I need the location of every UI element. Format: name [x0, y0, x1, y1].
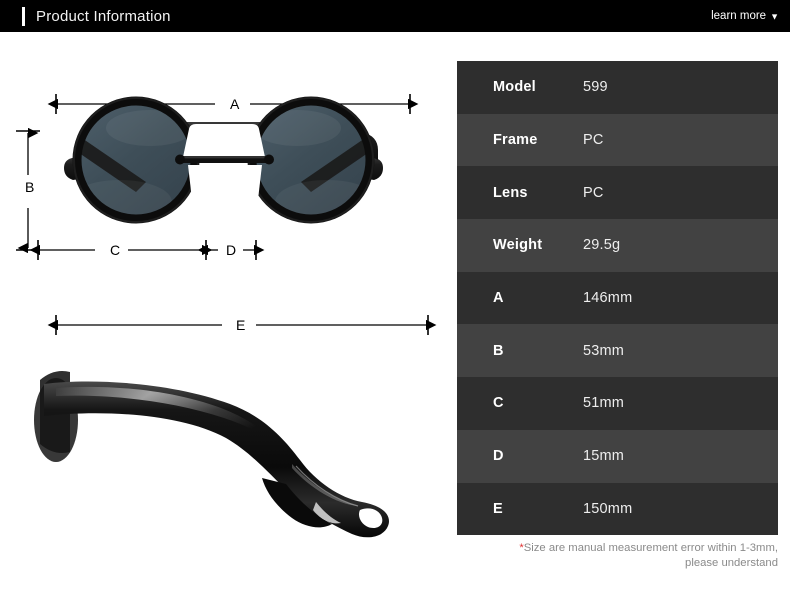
- table-row: Weight 29.5g: [457, 219, 778, 272]
- spec-key: Weight: [493, 237, 543, 254]
- learn-more-label: learn more: [711, 10, 767, 22]
- spec-value: 29.5g: [583, 237, 621, 254]
- spec-key: Frame: [493, 132, 538, 149]
- product-diagram: A B C D E: [0, 32, 455, 599]
- spec-value: 15mm: [583, 448, 625, 465]
- dimension-label-B: B: [20, 180, 40, 194]
- spec-key: Lens: [493, 184, 528, 201]
- table-row: C 51mm: [457, 377, 778, 430]
- dimension-label-A: A: [225, 97, 245, 111]
- table-row: E 150mm: [457, 482, 778, 536]
- spec-key: D: [493, 448, 504, 465]
- disclaimer-line-1: Size are manual measurement error within…: [523, 542, 778, 554]
- table-row: Frame PC: [457, 113, 778, 167]
- header-accent-bar: [22, 6, 25, 26]
- spec-value: 51mm: [583, 395, 625, 412]
- specification-table: Model 599 Frame PC Lens PC Weight 29.5g …: [457, 61, 778, 536]
- dimension-label-C: C: [105, 243, 126, 257]
- measurement-disclaimer: *Size are manual measurement error withi…: [457, 541, 778, 571]
- spec-value: 150mm: [583, 500, 633, 517]
- product-information-page: Product Information learn more ▼ A B C D…: [0, 0, 790, 599]
- sunglasses-side-illustration: [34, 371, 389, 538]
- spec-key: B: [493, 342, 504, 359]
- spec-key: A: [493, 290, 504, 307]
- spec-value: PC: [583, 132, 604, 149]
- table-row: D 15mm: [457, 429, 778, 483]
- table-row: Model 599: [457, 61, 778, 114]
- spec-key: E: [493, 500, 503, 517]
- spec-key: C: [493, 395, 504, 412]
- table-row: Lens PC: [457, 166, 778, 220]
- diagram-svg: [16, 94, 437, 538]
- dimension-label-D: D: [221, 243, 242, 257]
- page-title: Product Information: [36, 7, 171, 25]
- sunglasses-front-illustration: [64, 96, 383, 224]
- learn-more-button[interactable]: learn more ▼: [711, 10, 779, 22]
- spec-value: 146mm: [583, 290, 633, 307]
- table-row: B 53mm: [457, 324, 778, 378]
- spec-value: 599: [583, 79, 608, 96]
- spec-value: 53mm: [583, 342, 625, 359]
- spec-key: Model: [493, 79, 536, 96]
- disclaimer-line-2: please understand: [685, 557, 778, 569]
- dimension-label-E: E: [231, 318, 251, 332]
- chevron-down-icon: ▼: [770, 11, 779, 21]
- page-header: Product Information learn more ▼: [0, 0, 790, 32]
- table-row: A 146mm: [457, 271, 778, 325]
- spec-value: PC: [583, 184, 604, 201]
